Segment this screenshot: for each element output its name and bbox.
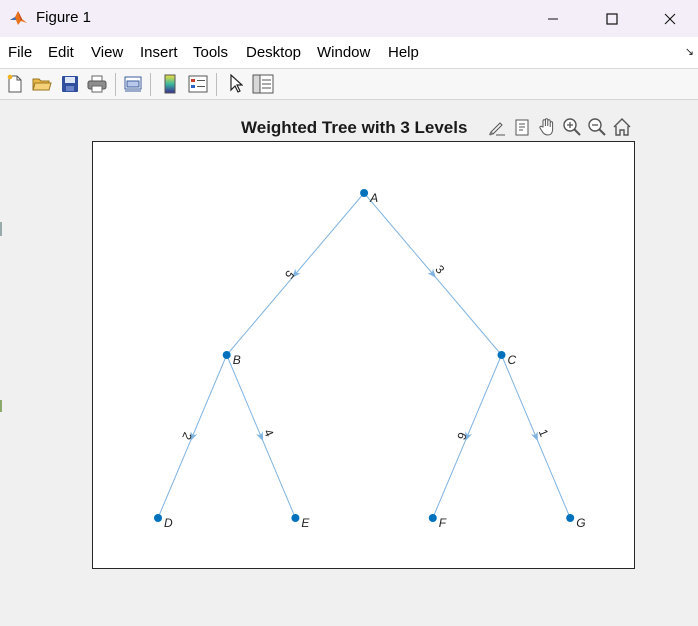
figure-window: Figure 1 File Edit View Insert Tools Des…: [0, 0, 698, 626]
node-D: [154, 514, 162, 522]
plot-axes[interactable]: 5 3 2 4 6 1 A B C D E F G: [92, 141, 635, 569]
menu-window[interactable]: Window: [317, 44, 370, 61]
print-icon[interactable]: [86, 73, 108, 95]
window-edge-mark: [0, 400, 2, 412]
menu-bar: File Edit View Insert Tools Desktop Wind…: [0, 37, 698, 69]
edge-arrow-A-B: [292, 268, 301, 278]
dock-figure-icon[interactable]: ↘: [685, 45, 694, 58]
edge-weight-label: 6: [454, 430, 470, 442]
plot-title: Weighted Tree with 3 Levels: [241, 118, 468, 137]
edge-arrow-B-E: [256, 431, 263, 442]
toolbar-separator: [216, 73, 217, 96]
data-tips-icon[interactable]: [511, 116, 533, 138]
menu-view[interactable]: View: [91, 44, 123, 61]
brush-icon[interactable]: [486, 116, 508, 138]
edit-plot-icon[interactable]: [225, 73, 247, 95]
node-label-A: A: [369, 191, 378, 205]
axes-toolbar: [486, 116, 636, 140]
menu-desktop[interactable]: Desktop: [246, 44, 301, 61]
edge-weight-label: 5: [282, 268, 297, 282]
node-label-C: C: [508, 353, 517, 367]
node-C: [497, 351, 506, 359]
save-icon[interactable]: [59, 73, 81, 95]
figure-toolbar: [0, 69, 698, 100]
node-label-F: F: [439, 516, 447, 530]
link-plot-icon[interactable]: [122, 73, 144, 95]
edge-arrow-C-G: [530, 431, 538, 442]
matlab-logo-icon: [9, 8, 28, 27]
node-E: [291, 514, 300, 522]
node-F: [428, 514, 437, 522]
node-B: [222, 351, 231, 359]
node-A: [360, 189, 369, 197]
node-label-E: E: [301, 516, 310, 530]
node-label-G: G: [576, 516, 585, 530]
title-bar: Figure 1: [0, 0, 698, 37]
node-label-B: B: [233, 353, 241, 367]
zoom-in-icon[interactable]: [561, 116, 583, 138]
zoom-out-icon[interactable]: [586, 116, 608, 138]
close-button[interactable]: [641, 0, 698, 37]
toolbar-separator: [150, 73, 151, 96]
menu-file[interactable]: File: [8, 44, 32, 61]
open-file-icon[interactable]: [31, 73, 53, 95]
window-edge-mark: [0, 222, 2, 236]
pan-hand-icon[interactable]: [536, 116, 558, 138]
edge-weight-label: 1: [536, 427, 552, 439]
tree-graph: 5 3 2 4 6 1 A B C D E F G: [154, 189, 586, 530]
legend-icon[interactable]: [187, 73, 209, 95]
toolbar-separator: [115, 73, 116, 96]
node-label-D: D: [164, 516, 173, 530]
new-figure-icon[interactable]: [4, 73, 26, 95]
menu-insert[interactable]: Insert: [140, 44, 178, 61]
property-inspector-icon[interactable]: [252, 73, 274, 95]
node-G: [566, 514, 575, 522]
edge-weight-label: 3: [432, 262, 447, 276]
minimize-button[interactable]: [524, 0, 582, 37]
menu-edit[interactable]: Edit: [48, 44, 74, 61]
menu-help[interactable]: Help: [388, 44, 419, 61]
restore-view-icon[interactable]: [611, 116, 633, 138]
window-title: Figure 1: [36, 9, 92, 26]
menu-tools[interactable]: Tools: [193, 44, 228, 61]
colorbar-icon[interactable]: [159, 73, 181, 95]
maximize-button[interactable]: [583, 0, 641, 37]
edge-weight-label: 4: [261, 427, 277, 439]
edge-weight-label: 2: [179, 430, 195, 442]
